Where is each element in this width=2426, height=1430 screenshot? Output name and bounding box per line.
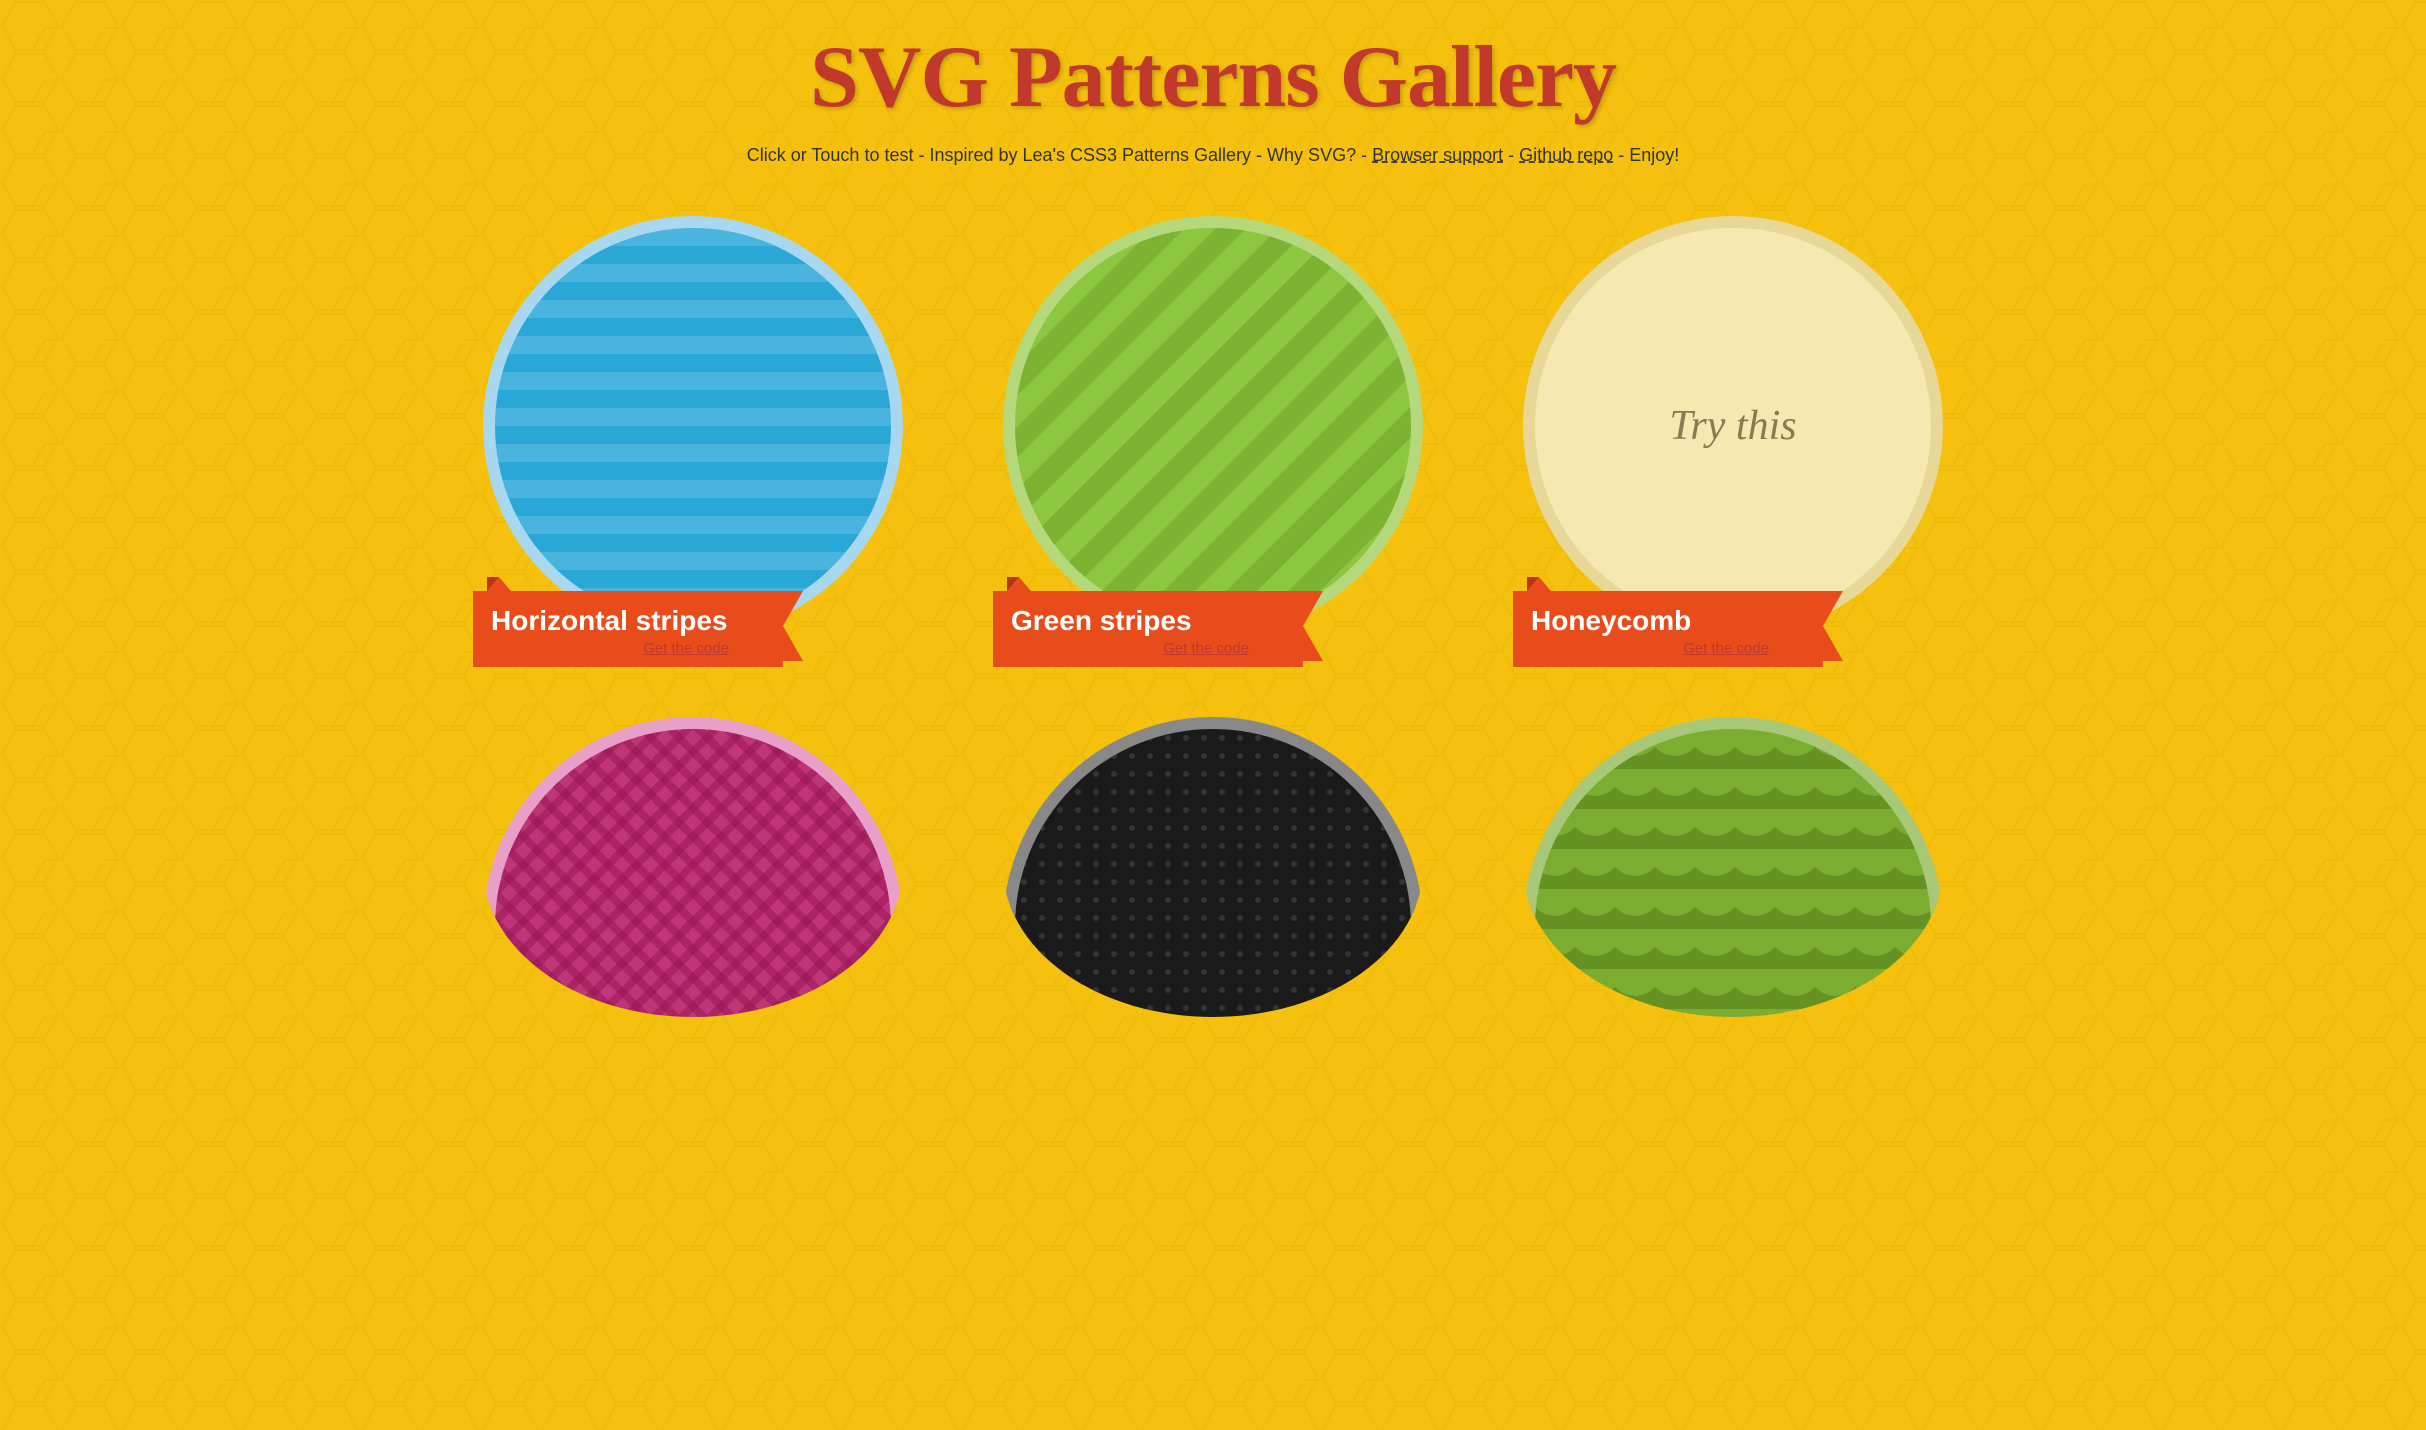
- github-repo-link[interactable]: Github repo: [1519, 145, 1613, 165]
- pattern-name-green: Green stripes: [1011, 605, 1279, 637]
- circle-green-stripes[interactable]: [1003, 216, 1423, 636]
- circle-horizontal-stripes[interactable]: [483, 216, 903, 636]
- label-green-stripes: Green stripes Get the code: [993, 591, 1303, 667]
- subtitle-sep1: -: [1508, 145, 1519, 165]
- label-horizontal-stripes: Horizontal stripes Get the code: [473, 591, 783, 667]
- pattern-item-green-stripes[interactable]: Green stripes Get the code: [953, 216, 1473, 667]
- get-code-green[interactable]: Get the code: [1011, 640, 1279, 657]
- label-inner-green: Green stripes Get the code: [993, 591, 1303, 667]
- arrow-tab-green: [1007, 577, 1031, 591]
- arrow-tab-horizontal: [487, 577, 511, 591]
- pattern-item-honeycomb[interactable]: Try this Honeycomb Get the code: [1473, 216, 1993, 667]
- pattern-scales-fill: [1523, 717, 1943, 1017]
- pattern-item-herringbone[interactable]: [433, 717, 953, 987]
- circle-herringbone[interactable]: [483, 717, 903, 1017]
- subtitle-sep2: -: [1618, 145, 1629, 165]
- try-this-text: Try this: [1669, 402, 1796, 450]
- circle-honeycomb[interactable]: Try this: [1523, 216, 1943, 636]
- circle-scales[interactable]: [1523, 717, 1943, 1017]
- pattern-green-stripes-fill: [1003, 216, 1423, 636]
- pattern-dots-fill: [1003, 717, 1423, 1017]
- pattern-name-horizontal: Horizontal stripes: [491, 605, 759, 637]
- pattern-honeycomb-fill: Try this: [1523, 216, 1943, 636]
- subtitle: Click or Touch to test - Inspired by Lea…: [20, 145, 2406, 166]
- pattern-name-honeycomb: Honeycomb: [1531, 605, 1799, 637]
- pattern-herringbone-fill: [483, 717, 903, 1017]
- label-inner-horizontal: Horizontal stripes Get the code: [473, 591, 783, 667]
- label-honeycomb: Honeycomb Get the code: [1513, 591, 1823, 667]
- gallery-grid: Horizontal stripes Get the code Green st…: [413, 216, 2013, 1007]
- get-code-honeycomb[interactable]: Get the code: [1531, 640, 1799, 657]
- pattern-item-scales[interactable]: [1473, 717, 1993, 987]
- page-title: SVG Patterns Gallery: [20, 30, 2406, 127]
- subtitle-text: Click or Touch to test - Inspired by Lea…: [747, 145, 1372, 165]
- page-wrapper: SVG Patterns Gallery Click or Touch to t…: [0, 0, 2426, 1047]
- browser-support-link[interactable]: Browser support: [1372, 145, 1503, 165]
- arrow-tab-honeycomb: [1527, 577, 1551, 591]
- circle-dots[interactable]: [1003, 717, 1423, 1017]
- pattern-horizontal-stripes-fill: [483, 216, 903, 636]
- pattern-item-horizontal-stripes[interactable]: Horizontal stripes Get the code: [433, 216, 953, 667]
- get-code-horizontal[interactable]: Get the code: [491, 640, 759, 657]
- label-inner-honeycomb: Honeycomb Get the code: [1513, 591, 1823, 667]
- subtitle-enjoy: Enjoy!: [1629, 145, 1679, 165]
- pattern-item-dots[interactable]: [953, 717, 1473, 987]
